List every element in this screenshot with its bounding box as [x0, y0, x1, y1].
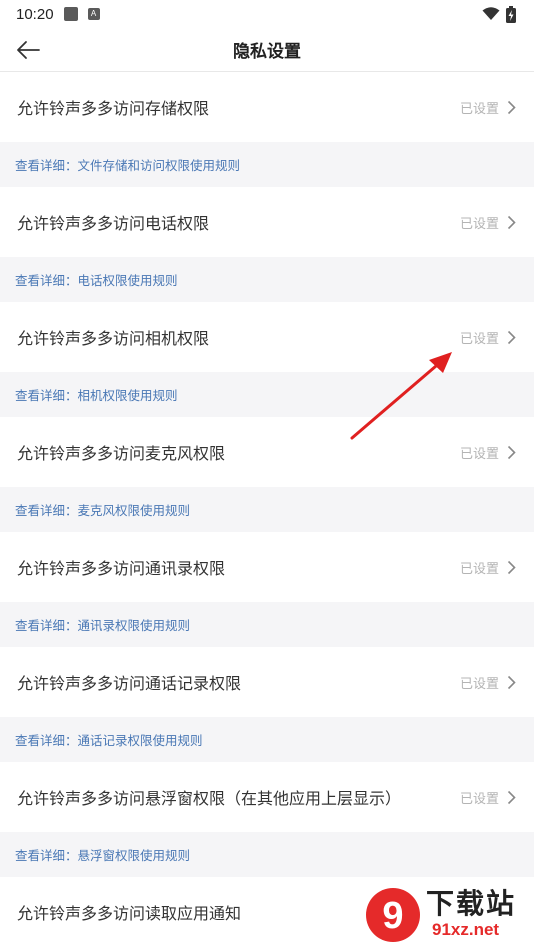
permission-detail-row: 查看详细：电话权限使用规则 — [0, 257, 534, 302]
permission-status: 已设置 — [459, 446, 499, 462]
chevron-right-icon — [507, 330, 516, 344]
watermark-url: 91xz.net — [432, 920, 500, 939]
permission-row-call-log[interactable]: 允许铃声多多访问通话记录权限 已设置 — [0, 647, 534, 717]
detail-link-call-log[interactable]: 查看详细：通话记录权限使用规则 — [15, 730, 203, 749]
permission-detail-row: 查看详细：麦克风权限使用规则 — [0, 487, 534, 532]
permission-list: 允许铃声多多访问存储权限 已设置 查看详细：文件存储和访问权限使用规则 允许铃声… — [0, 72, 534, 947]
chevron-right-icon — [507, 560, 516, 574]
permission-detail-row: 查看详细：相机权限使用规则 — [0, 372, 534, 417]
permission-row-phone[interactable]: 允许铃声多多访问电话权限 已设置 — [0, 187, 534, 257]
permission-status: 已设置 — [459, 791, 499, 807]
permission-label: 允许铃声多多访问麦克风权限 — [17, 444, 226, 463]
permission-label: 允许铃声多多访问悬浮窗权限（在其他应用上层显示） — [17, 789, 402, 808]
permission-status: 已设置 — [459, 216, 499, 232]
permission-label: 允许铃声多多访问读取应用通知 — [17, 904, 242, 923]
permission-label: 允许铃声多多访问电话权限 — [17, 214, 210, 233]
permission-label: 允许铃声多多访问通讯录权限 — [17, 559, 226, 578]
app-header: 隐私设置 — [0, 28, 534, 72]
permission-detail-row: 查看详细：通话记录权限使用规则 — [0, 717, 534, 762]
detail-link-storage[interactable]: 查看详细：文件存储和访问权限使用规则 — [15, 155, 240, 174]
permission-row-storage[interactable]: 允许铃声多多访问存储权限 已设置 — [0, 72, 534, 142]
detail-link-contacts[interactable]: 查看详细：通讯录权限使用规则 — [15, 615, 190, 634]
watermark-title: 下载站 — [426, 887, 517, 920]
detail-link-camera[interactable]: 查看详细：相机权限使用规则 — [15, 385, 178, 404]
chevron-right-icon — [507, 100, 516, 114]
permission-label: 允许铃声多多访问相机权限 — [17, 329, 210, 348]
permission-detail-row: 查看详细：通讯录权限使用规则 — [0, 602, 534, 647]
permission-row-microphone[interactable]: 允许铃声多多访问麦克风权限 已设置 — [0, 417, 534, 487]
status-time: 10:20 — [16, 5, 54, 23]
battery-charging-icon — [506, 5, 516, 23]
detail-link-overlay[interactable]: 查看详细：悬浮窗权限使用规则 — [15, 845, 190, 864]
permission-status: 已设置 — [459, 101, 499, 117]
permission-status: 已设置 — [459, 561, 499, 577]
chevron-right-icon — [507, 445, 516, 459]
chevron-right-icon — [507, 215, 516, 229]
notification-square-icon — [63, 7, 78, 21]
permission-label: 允许铃声多多访问存储权限 — [17, 99, 210, 118]
watermark-logo-icon: 9 — [366, 888, 420, 942]
permission-status: 已设置 — [459, 676, 499, 692]
chevron-right-icon — [507, 675, 516, 689]
permission-row-camera[interactable]: 允许铃声多多访问相机权限 已设置 — [0, 302, 534, 372]
back-button[interactable] — [12, 34, 44, 66]
permission-status: 已设置 — [459, 331, 499, 347]
notification-a-icon: A — [87, 8, 100, 20]
page-title: 隐私设置 — [233, 42, 301, 62]
detail-link-microphone[interactable]: 查看详细：麦克风权限使用规则 — [15, 500, 190, 519]
permission-detail-row: 查看详细：悬浮窗权限使用规则 — [0, 832, 534, 877]
permission-label: 允许铃声多多访问通话记录权限 — [17, 674, 242, 693]
permission-row-overlay[interactable]: 允许铃声多多访问悬浮窗权限（在其他应用上层显示） 已设置 — [0, 762, 534, 832]
arrow-left-icon — [17, 41, 40, 59]
permission-row-contacts[interactable]: 允许铃声多多访问通讯录权限 已设置 — [0, 532, 534, 602]
status-bar: 10:20 A — [0, 0, 534, 28]
wifi-icon — [482, 7, 500, 20]
detail-link-phone[interactable]: 查看详细：电话权限使用规则 — [15, 270, 178, 289]
svg-text:9: 9 — [382, 895, 403, 937]
chevron-right-icon — [507, 790, 516, 804]
site-watermark: 9 下载站 91xz.net — [354, 880, 534, 950]
permission-detail-row: 查看详细：文件存储和访问权限使用规则 — [0, 142, 534, 187]
